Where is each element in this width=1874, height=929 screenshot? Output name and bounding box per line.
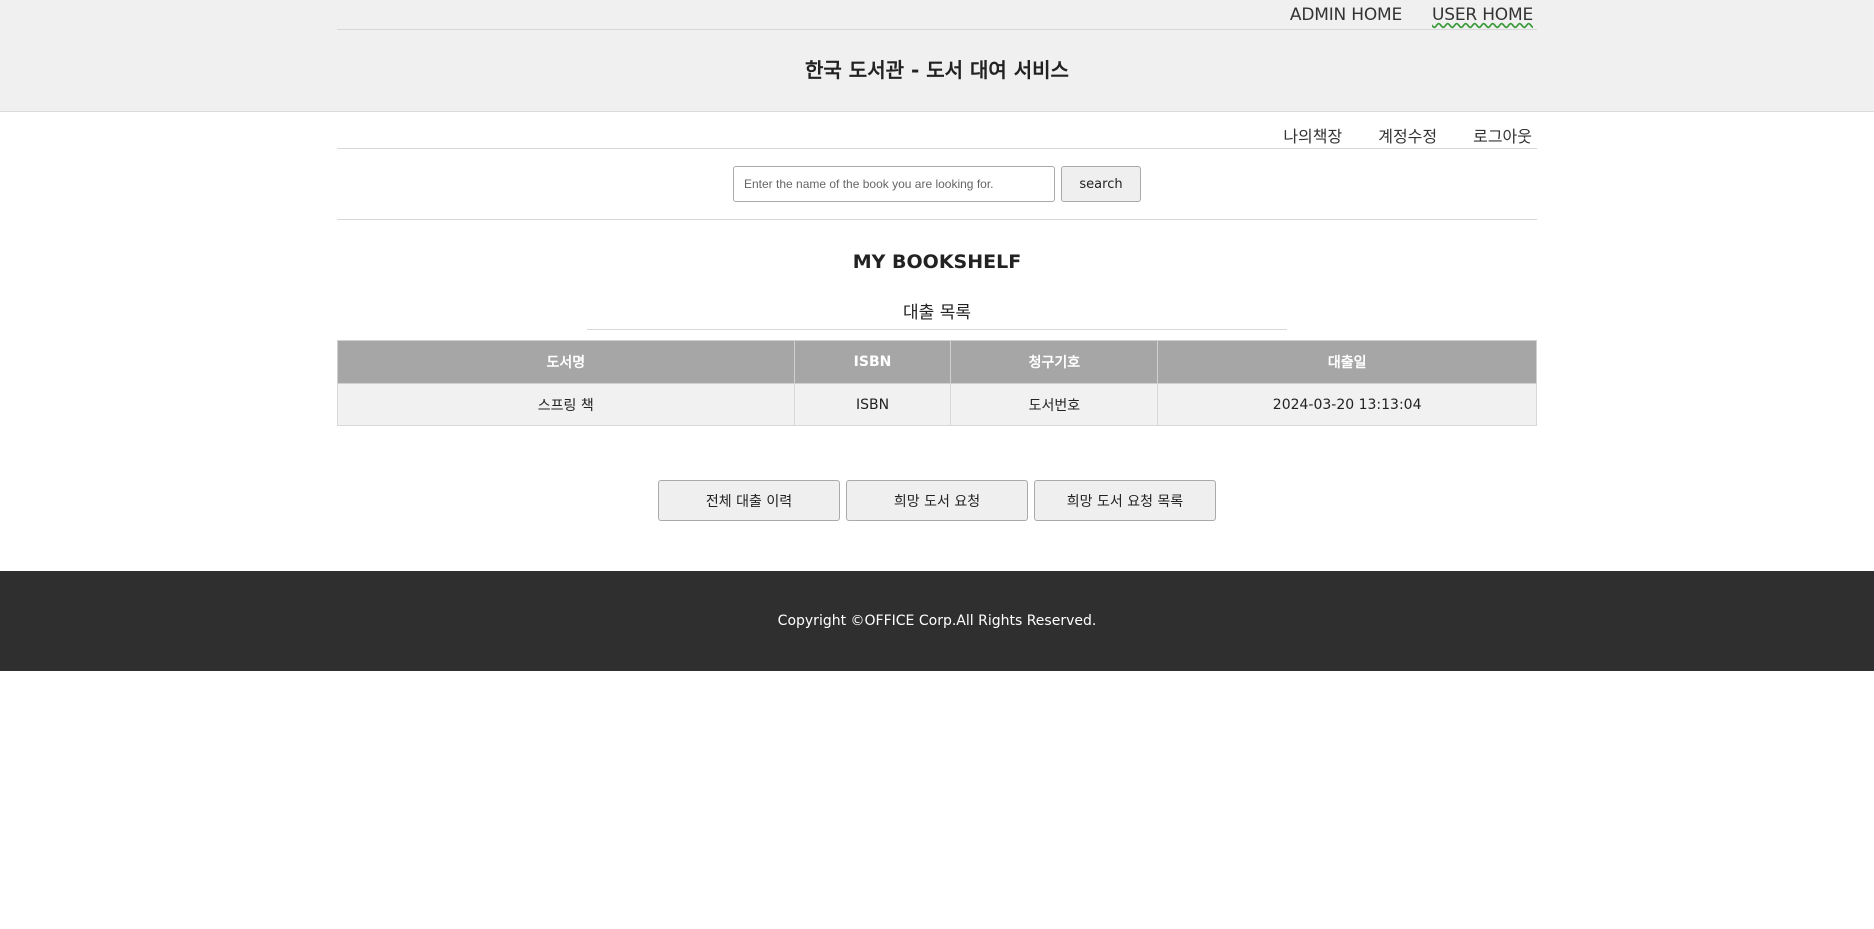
user-home-link[interactable]: USER HOME [1432, 5, 1533, 25]
page-title: MY BOOKSHELF [852, 251, 1022, 273]
footer: Copyright ©OFFICE Corp.All Rights Reserv… [0, 571, 1874, 671]
top-nav: ADMIN HOME USER HOME [337, 0, 1537, 30]
cell-title: 스프링 책 [337, 383, 795, 426]
table-header-row: 도서명 ISBN 청구기호 대출일 [337, 340, 1537, 384]
column-header-isbn: ISBN [793, 340, 952, 384]
copyright-text: Copyright ©OFFICE Corp.All Rights Reserv… [777, 613, 1097, 629]
loan-table: 도서명 ISBN 청구기호 대출일 스프링 책 ISBN 도서번호 2024-0… [337, 340, 1537, 426]
site-title: 한국 도서관 - 도서 대여 서비스 [805, 58, 1069, 82]
cell-isbn: ISBN [793, 383, 952, 426]
section-title: 대출 목록 [587, 302, 1287, 330]
search-input[interactable] [733, 166, 1055, 202]
table-row: 스프링 책 ISBN 도서번호 2024-03-20 13:13:04 [337, 383, 1537, 426]
cell-loan-date: 2024-03-20 13:13:04 [1157, 383, 1537, 426]
header-band: ADMIN HOME USER HOME 한국 도서관 - 도서 대여 서비스 [0, 0, 1874, 112]
nav-edit-account[interactable]: 계정수정 [1378, 123, 1437, 147]
column-header-loan-date: 대출일 [1157, 340, 1537, 384]
user-nav: 나의책장 계정수정 로그아웃 [337, 112, 1537, 149]
admin-home-link[interactable]: ADMIN HOME [1290, 5, 1402, 25]
request-book-button[interactable]: 희망 도서 요청 [846, 480, 1028, 521]
search-bar: search [337, 149, 1537, 220]
request-list-button[interactable]: 희망 도서 요청 목록 [1034, 480, 1216, 521]
action-buttons: 전체 대출 이력 희망 도서 요청 희망 도서 요청 목록 [337, 480, 1537, 521]
search-button[interactable]: search [1061, 166, 1141, 202]
nav-my-bookshelf[interactable]: 나의책장 [1283, 123, 1342, 147]
main-container: 나의책장 계정수정 로그아웃 search MY BOOKSHELF 대출 목록… [337, 112, 1537, 521]
column-header-title: 도서명 [337, 340, 795, 384]
cell-call-number: 도서번호 [950, 383, 1159, 426]
column-header-call-number: 청구기호 [950, 340, 1159, 384]
nav-logout[interactable]: 로그아웃 [1473, 123, 1532, 147]
full-loan-history-button[interactable]: 전체 대출 이력 [658, 480, 840, 521]
